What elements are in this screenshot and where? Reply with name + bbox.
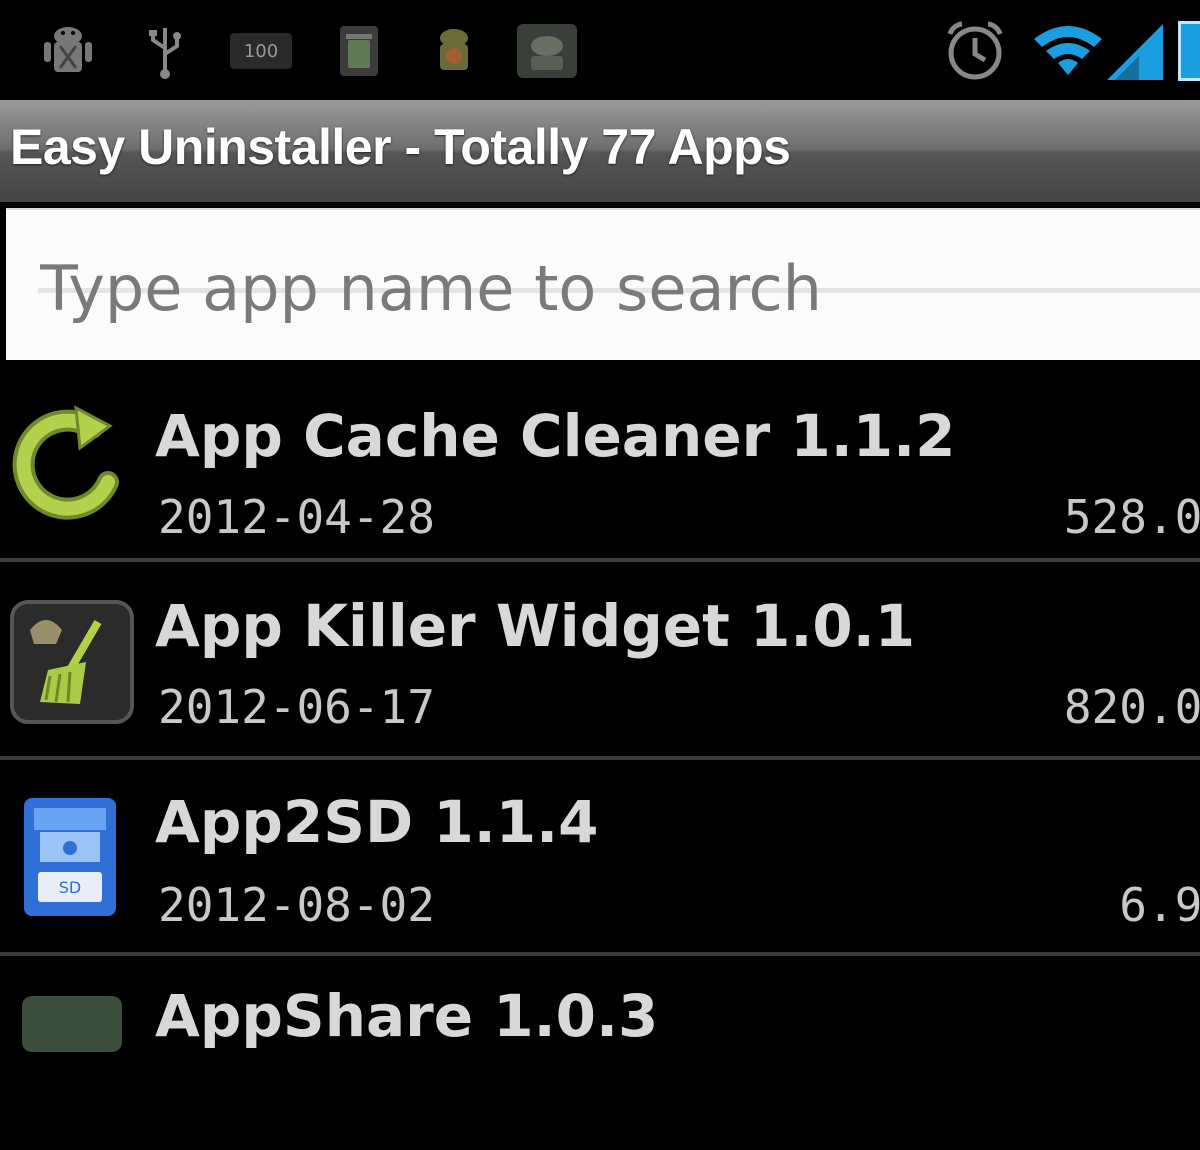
search-box[interactable] (6, 208, 1200, 360)
android-debug-icon (36, 22, 100, 80)
app-date: 2012-04-28 (158, 490, 435, 544)
title-bar: Easy Uninstaller - Totally 77 Apps (0, 100, 1200, 202)
list-item[interactable]: App Killer Widget 1.0.1 2012-06-17 820.0… (0, 562, 1200, 756)
status-bar: 100 (0, 0, 1200, 100)
app-name: App Killer Widget 1.0.1 (155, 592, 916, 660)
battery-100-icon: 100 (228, 22, 294, 80)
app-size: 820.0K (1063, 680, 1200, 734)
wifi-icon (1032, 22, 1104, 80)
list-item[interactable]: SD App2SD 1.1.4 2012-08-02 6.9M (0, 760, 1200, 954)
signal-icon (1104, 22, 1166, 80)
app-size: 6.9M (1119, 878, 1200, 932)
app-name: App Cache Cleaner 1.1.2 (155, 402, 956, 470)
broom-icon (10, 600, 134, 724)
page-title: Easy Uninstaller - Totally 77 Apps (10, 119, 791, 175)
battery-percent-label: 100 (243, 40, 279, 62)
list-item[interactable]: AppShare 1.0.3 (0, 956, 1200, 1150)
refresh-arrow-icon (10, 402, 132, 524)
list-item[interactable]: App Cache Cleaner 1.1.2 2012-04-28 528.0… (0, 362, 1200, 556)
android-app-icon (424, 22, 484, 80)
usb-icon (140, 22, 190, 80)
sd-card-icon: SD (22, 796, 118, 918)
trash-app-icon (334, 22, 384, 80)
app-name: App2SD 1.1.4 (155, 788, 599, 856)
battery-icon (1176, 21, 1200, 81)
svg-text:SD: SD (59, 878, 81, 897)
app-size: 528.0K (1063, 490, 1200, 544)
app-name: AppShare 1.0.3 (155, 982, 659, 1050)
app-date: 2012-08-02 (158, 878, 435, 932)
app-share-icon (20, 994, 124, 1116)
screenshot-app-icon (514, 22, 580, 80)
search-input[interactable] (40, 248, 1190, 328)
alarm-clock-icon (940, 21, 1010, 80)
app-date: 2012-06-17 (158, 680, 435, 734)
